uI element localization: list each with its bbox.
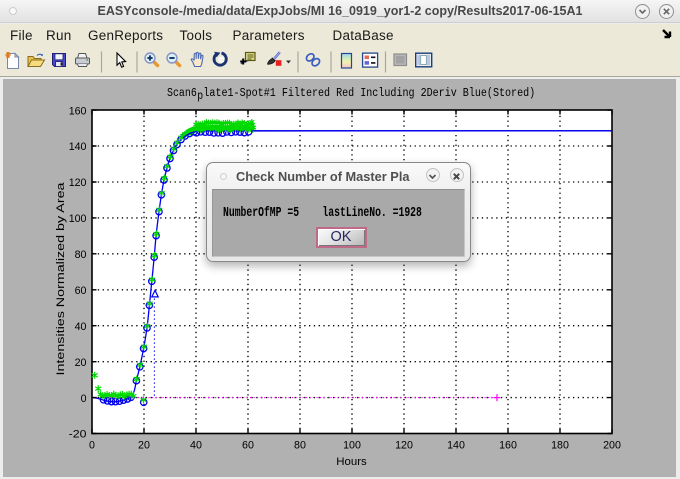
svg-text:140: 140 (69, 141, 87, 153)
svg-text:60: 60 (75, 285, 87, 297)
svg-text:late1-Spot#1 Filtered Red Incl: late1-Spot#1 Filtered Red Including 2Der… (203, 87, 535, 100)
svg-text:60: 60 (242, 439, 254, 451)
svg-text:180: 180 (551, 439, 569, 451)
svg-text:20: 20 (75, 357, 87, 369)
svg-text:160: 160 (499, 439, 517, 451)
svg-text:0: 0 (81, 393, 87, 405)
svg-text:Intensities Normalized by Area: Intensities Normalized by Area (55, 181, 67, 375)
svg-text:-20: -20 (69, 429, 87, 441)
svg-text:40: 40 (190, 439, 202, 451)
svg-text:80: 80 (294, 439, 306, 451)
svg-text:0: 0 (89, 439, 95, 451)
svg-text:Hours: Hours (336, 456, 367, 468)
svg-text:200: 200 (603, 439, 621, 451)
svg-text:p: p (197, 90, 203, 103)
svg-text:160: 160 (69, 105, 87, 117)
svg-text:20: 20 (138, 439, 150, 451)
svg-text:Scan6: Scan6 (167, 87, 197, 100)
svg-text:40: 40 (75, 321, 87, 333)
svg-text:80: 80 (75, 249, 87, 261)
svg-text:140: 140 (447, 439, 465, 451)
svg-text:100: 100 (343, 439, 361, 451)
svg-text:100: 100 (69, 213, 87, 225)
svg-text:120: 120 (395, 439, 413, 451)
svg-text:120: 120 (69, 177, 87, 189)
